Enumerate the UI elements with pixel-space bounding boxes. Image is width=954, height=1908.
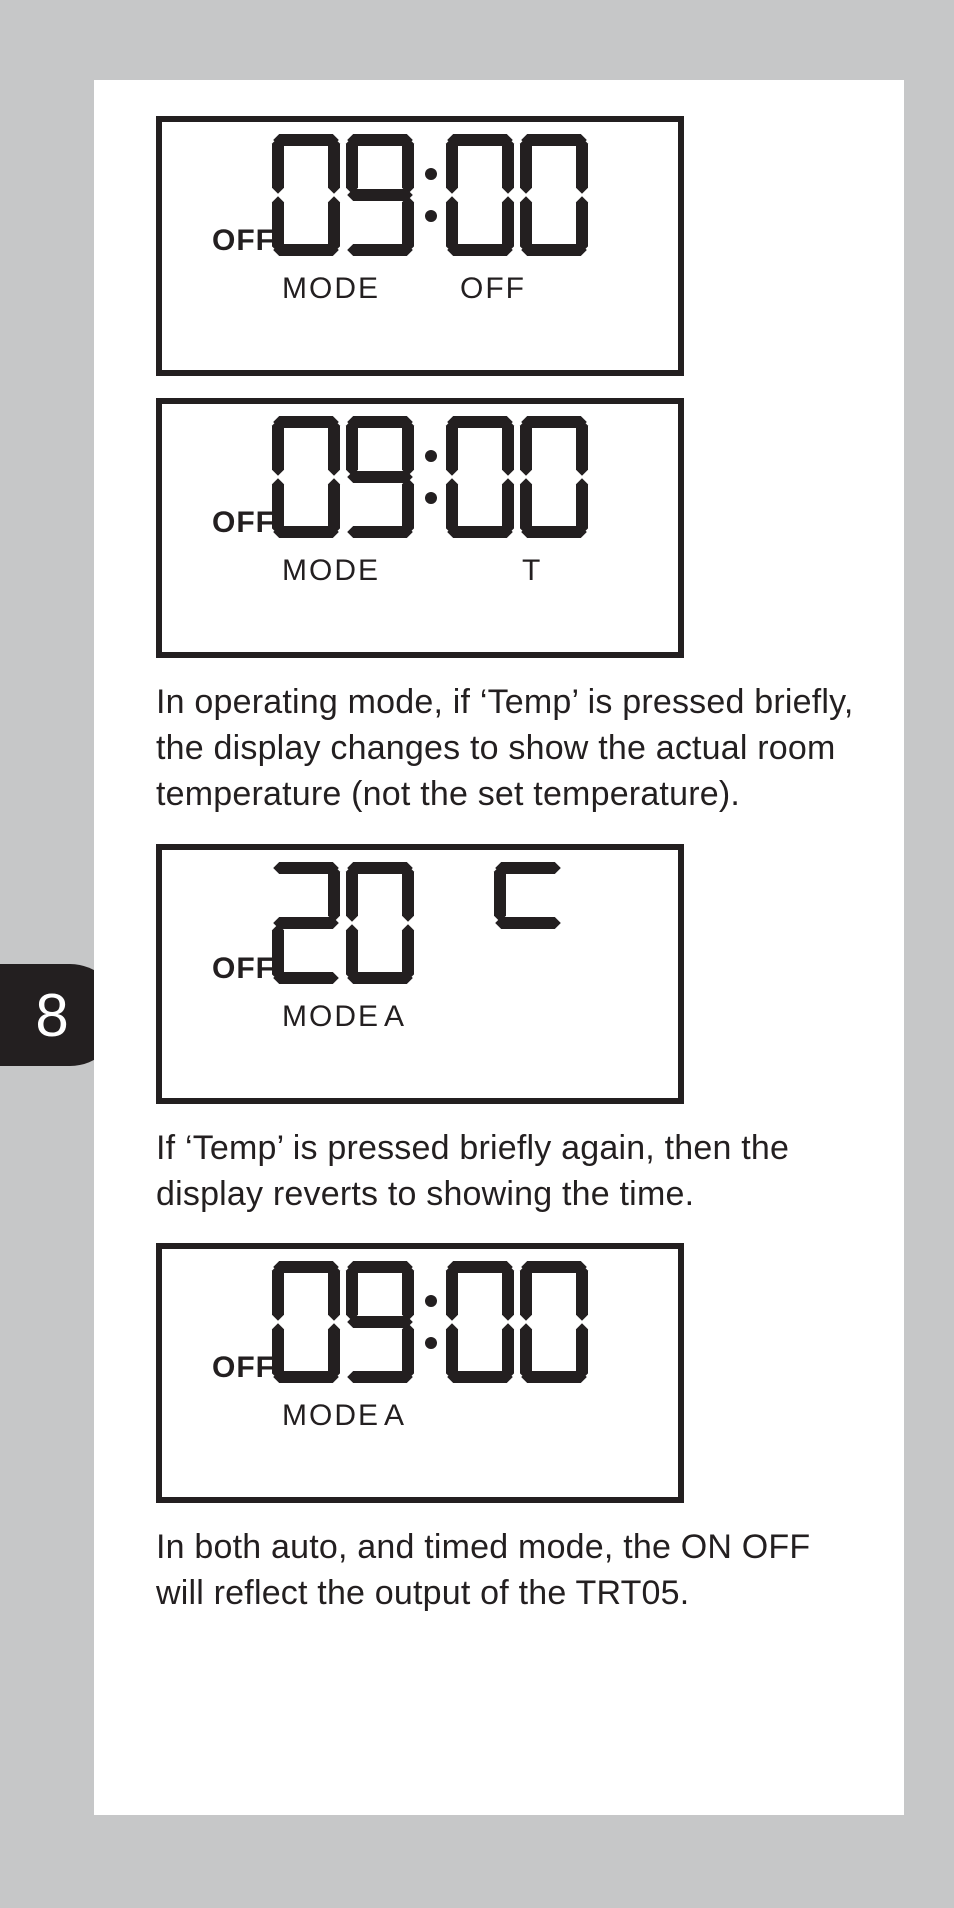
mode-label: MODE (282, 272, 380, 306)
lcd-display-4: OFF MODE A (156, 1243, 684, 1503)
lcd-display-3: OFF MODE A (156, 844, 684, 1104)
lcd-digits (270, 414, 592, 544)
lcd-display-1: OFF MODE OFF (156, 116, 684, 376)
lcd-digits (270, 1259, 592, 1389)
mode-label: MODE (282, 554, 380, 588)
paragraph-3: In both auto, and timed mode, the ON OFF… (156, 1525, 864, 1617)
lcd-digits (270, 132, 592, 262)
lcd-digits (270, 860, 566, 990)
off-indicator: OFF (212, 506, 275, 540)
off-indicator: OFF (212, 1351, 275, 1385)
paragraph-1: In operating mode, if ‘Temp’ is pressed … (156, 680, 864, 818)
off-indicator: OFF (212, 224, 275, 258)
manual-page: OFF MODE OFF OFF MODE T In operating mod… (94, 80, 904, 1815)
mode-label: MODE (282, 1399, 380, 1433)
right-label: OFF (460, 272, 526, 306)
right-label: T (522, 554, 542, 588)
lcd-display-2: OFF MODE T (156, 398, 684, 658)
off-indicator: OFF (212, 952, 275, 986)
mode-label: MODE (282, 1000, 380, 1034)
paragraph-2: If ‘Temp’ is pressed briefly again, then… (156, 1126, 864, 1218)
right-label: A (384, 1000, 406, 1034)
page-number: 8 (35, 981, 68, 1050)
right-label: A (384, 1399, 406, 1433)
